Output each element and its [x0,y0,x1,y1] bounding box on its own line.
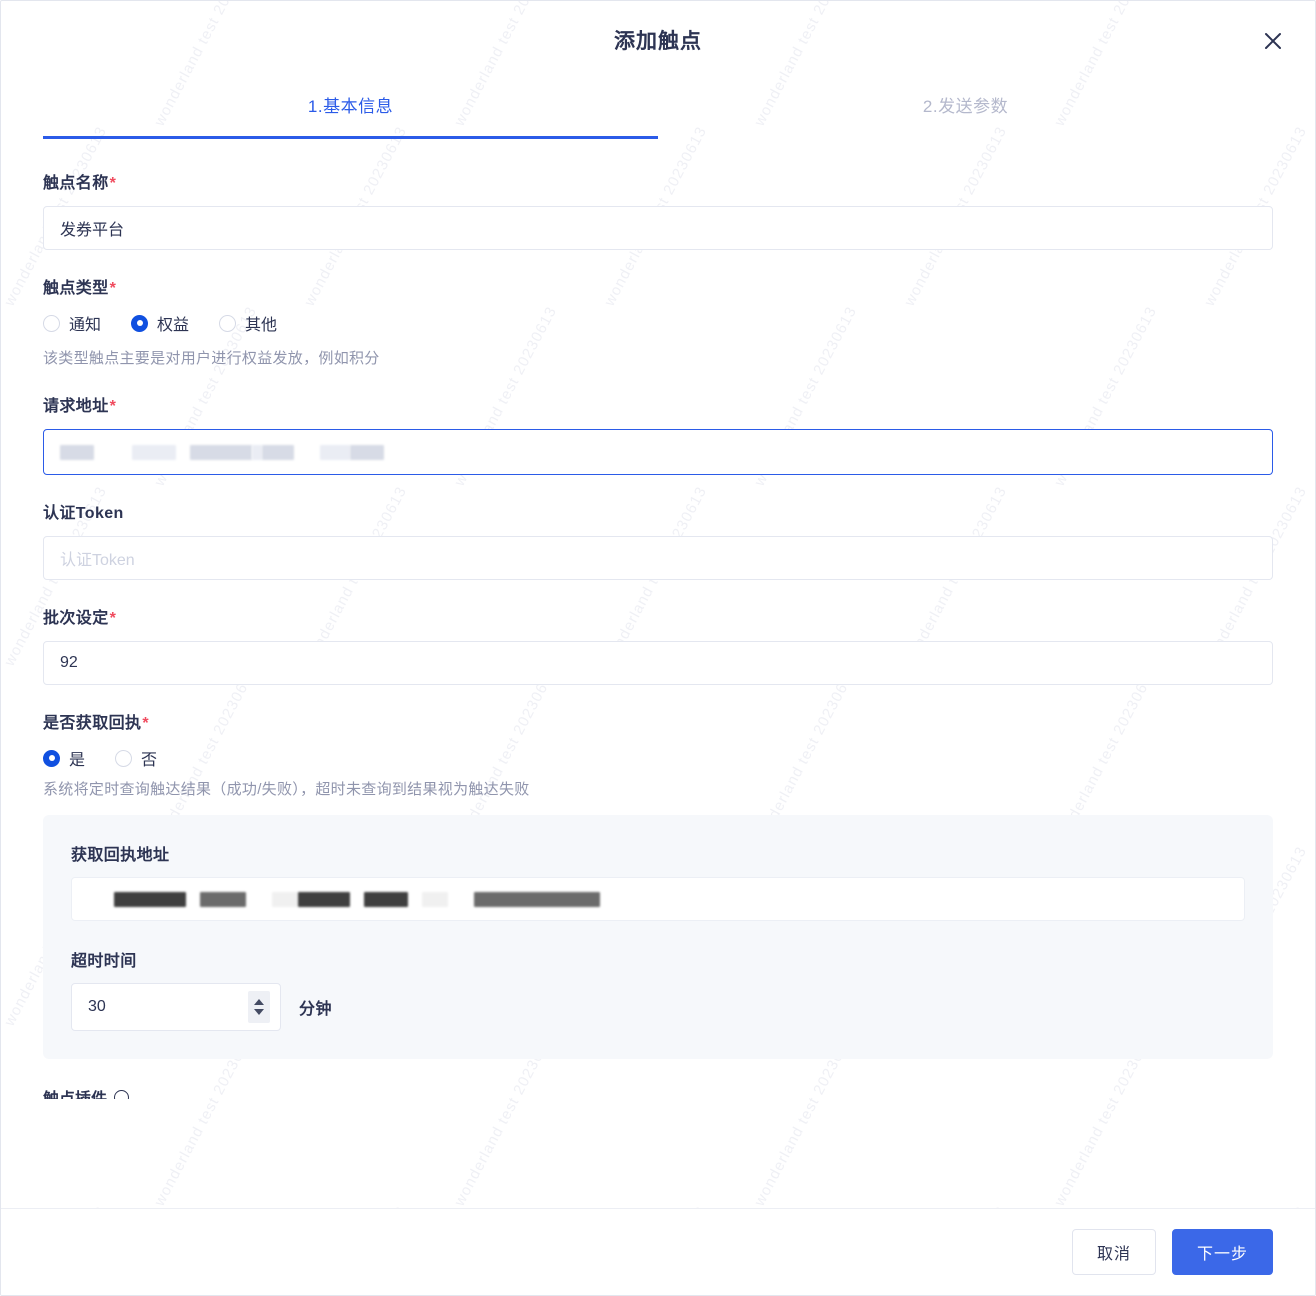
receipt-settings-panel: 获取回执地址 超时时间 30 分钟 [43,815,1273,1059]
receipt-hint: 系统将定时查询触达结果（成功/失败），超时未查询到结果视为触达失败 [43,781,530,798]
label-receipt: 是否获取回执* [43,715,150,732]
caret-down-icon[interactable] [254,1009,264,1015]
radio-type-other[interactable]: 其他 [219,311,277,335]
radio-indicator [115,749,133,767]
add-touchpoint-dialog: wonderland test 20230613 wonderland test … [0,0,1316,1296]
field-receipt: 是否获取回执* 是 否 系统将定时查询触达结果（成功/失败），超时未查询到结果视… [43,709,1273,1059]
label-batch-setting: 批次设定* [43,610,117,627]
field-touchpoint-type: 触点类型* 通知 权益 其他 该类型触点主要是对用户进行权益发放，例如积分 [43,274,1273,368]
field-request-url: 请求地址* [43,392,1273,475]
label-request-url: 请求地址* [43,398,117,415]
redacted-value [88,878,1228,920]
dialog-header: 添加触点 [1,1,1315,79]
radio-indicator [43,314,60,332]
label-receipt-url: 获取回执地址 [71,847,170,864]
auth-token-input[interactable]: 认证Token [43,536,1273,580]
radio-indicator-selected [131,314,149,332]
field-batch-setting: 批次设定* 92 [43,604,1273,685]
tab-basic-info[interactable]: 1.基本信息 [43,79,658,139]
label-auth-token: 认证Token [43,505,124,522]
timeout-value: 30 [88,998,106,1015]
info-circle-icon[interactable] [114,1089,130,1099]
batch-setting-input[interactable]: 92 [43,641,1273,685]
radio-receipt-no[interactable]: 否 [115,746,157,770]
radio-indicator-selected [43,749,60,767]
label-touchpoint-name: 触点名称* [43,175,117,192]
receipt-url-input[interactable] [71,877,1245,921]
receipt-radio-group: 是 否 [43,746,1273,770]
timeout-stepper[interactable]: 30 [71,983,281,1031]
field-auth-token: 认证Token 认证Token [43,499,1273,580]
dialog-title: 添加触点 [614,30,702,53]
next-step-button[interactable]: 下一步 [1171,1229,1273,1275]
field-receipt-timeout: 超时时间 30 分钟 [71,947,1245,1031]
label-receipt-timeout: 超时时间 [71,953,137,970]
dialog-body: 触点名称* 发券平台 触点类型* 通知 权益 其他 该类型触点主要是对用户进行权… [1,139,1315,1208]
field-plugin-clipped: 触点插件 [43,1085,1273,1099]
radio-receipt-yes[interactable]: 是 [43,746,85,770]
timeout-stepper-row: 30 分钟 [71,983,1245,1031]
request-url-input[interactable] [43,429,1273,475]
dialog-footer: 取消 下一步 [1,1208,1315,1295]
touchpoint-type-radio-group: 通知 权益 其他 [43,311,1273,335]
cancel-button[interactable]: 取消 [1071,1229,1156,1275]
tab-send-params[interactable]: 2.发送参数 [658,79,1273,139]
close-icon[interactable] [1253,21,1293,61]
radio-type-benefit[interactable]: 权益 [131,311,189,335]
field-touchpoint-name: 触点名称* 发券平台 [43,169,1273,250]
label-plugin: 触点插件 [43,1085,107,1099]
caret-up-icon[interactable] [254,999,264,1005]
timeout-unit-label: 分钟 [299,1001,333,1018]
redacted-value [60,430,1256,474]
step-tabs: 1.基本信息 2.发送参数 [1,79,1315,139]
field-receipt-url: 获取回执地址 [71,841,1245,921]
touchpoint-name-input[interactable]: 发券平台 [43,206,1273,250]
radio-indicator [219,314,237,332]
label-touchpoint-type: 触点类型* [43,280,117,297]
radio-type-notification[interactable]: 通知 [43,311,101,335]
touchpoint-type-hint: 该类型触点主要是对用户进行权益发放，例如积分 [43,350,380,367]
stepper-buttons[interactable] [248,991,270,1023]
